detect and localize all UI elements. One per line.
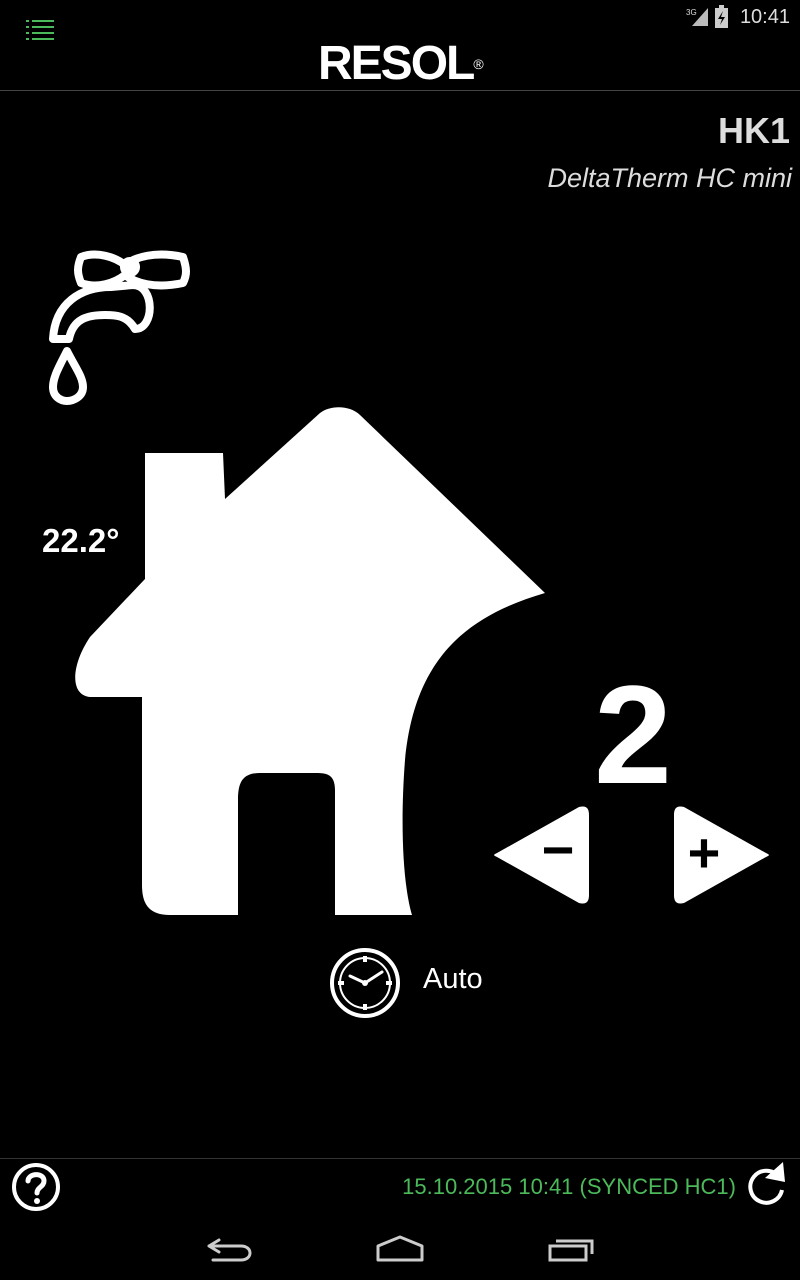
network-type: 3G: [686, 8, 697, 17]
menu-list-icon[interactable]: [20, 14, 60, 44]
heating-level-value: 2: [594, 656, 672, 813]
logo-text: RESOL: [318, 37, 475, 90]
battery-icon: [715, 5, 728, 28]
status-time: 10:41: [739, 6, 790, 28]
house-icon: [75, 407, 546, 915]
hot-water-tap-icon[interactable]: [45, 245, 195, 405]
logo-mark: ®: [473, 56, 484, 72]
help-icon[interactable]: [11, 1162, 61, 1212]
minus-icon: −: [542, 818, 575, 881]
sync-status: 15.10.2015 10:41 (SYNCED HC1): [402, 1174, 736, 1199]
device-name: DeltaTherm HC mini: [547, 163, 792, 193]
circuit-title: HK1: [717, 110, 790, 151]
recents-icon[interactable]: [546, 1234, 598, 1264]
mode-label[interactable]: Auto: [423, 963, 483, 996]
footer-divider: [0, 1158, 800, 1159]
status-bar: 3G 10:41: [0, 0, 800, 36]
clock-icon[interactable]: [328, 946, 402, 1020]
plus-icon: +: [688, 821, 721, 884]
room-temperature: 22.2°: [42, 522, 120, 559]
resol-logo: RESOL®: [318, 40, 484, 88]
back-icon[interactable]: [203, 1234, 255, 1264]
signal-icon: 3G: [686, 8, 708, 26]
increase-button[interactable]: +: [672, 805, 770, 905]
decrease-button[interactable]: −: [493, 805, 591, 905]
home-icon[interactable]: [374, 1234, 426, 1264]
refresh-icon[interactable]: [741, 1160, 787, 1210]
